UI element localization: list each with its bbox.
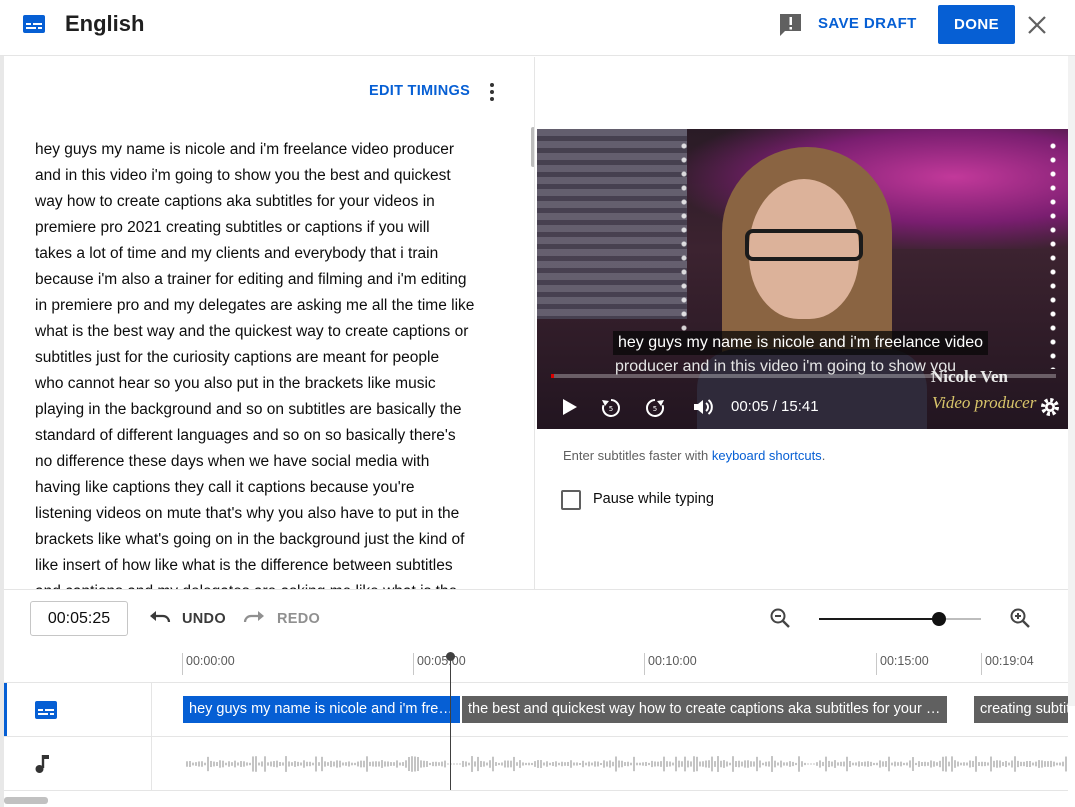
video-caption-line1: hey guys my name is nicole and i'm freel… xyxy=(613,331,989,355)
undo-button[interactable]: UNDO xyxy=(182,611,226,627)
ruler-tick: 00:05:00 xyxy=(413,653,466,675)
header: English SAVE DRAFT DONE xyxy=(0,0,1075,56)
video-progress-fill xyxy=(551,374,554,378)
save-draft-button[interactable]: SAVE DRAFT xyxy=(818,15,917,32)
timeline-scrollbar[interactable] xyxy=(4,797,48,804)
ruler-tick: 00:10:00 xyxy=(644,653,697,675)
playhead-handle[interactable] xyxy=(446,652,455,661)
timeline-toolbar: 00:05:25 UNDO REDO xyxy=(4,589,1068,645)
rewind-icon[interactable]: 5 xyxy=(599,395,623,419)
zoom-slider-thumb[interactable] xyxy=(931,612,946,626)
shortcut-hint: Enter subtitles faster with keyboard sho… xyxy=(563,448,825,463)
zoom-slider[interactable] xyxy=(819,612,981,626)
ruler-tick: 00:00:00 xyxy=(182,653,235,675)
close-icon[interactable] xyxy=(1026,14,1048,36)
subtitles-icon xyxy=(35,701,57,719)
volume-icon[interactable] xyxy=(691,395,715,419)
video-progress-bar[interactable] xyxy=(551,374,1056,378)
feedback-icon[interactable] xyxy=(778,12,803,38)
playhead[interactable] xyxy=(450,655,451,790)
subtitle-track-header xyxy=(4,683,152,736)
edit-timings-button[interactable]: EDIT TIMINGS xyxy=(369,83,470,99)
transcript-text[interactable]: hey guys my name is nicole and i'm freel… xyxy=(35,137,505,589)
hint-text: Enter subtitles faster with xyxy=(563,448,712,463)
zoom-out-icon[interactable] xyxy=(768,606,792,630)
svg-text:5: 5 xyxy=(653,405,657,413)
subtitles-icon xyxy=(23,15,45,33)
video-string-lights xyxy=(677,139,691,339)
caption-cue[interactable]: creating subtitles or captions xyxy=(974,696,1068,723)
video-string-lights xyxy=(1042,139,1064,369)
zoom-in-icon[interactable] xyxy=(1008,606,1032,630)
audio-track xyxy=(4,737,1068,791)
pause-while-typing-checkbox[interactable] xyxy=(561,490,581,510)
subtitle-editor: English SAVE DRAFT DONE EDIT TIMINGS hey… xyxy=(0,0,1075,807)
zoom-slider-fill xyxy=(819,618,939,620)
language-title: English xyxy=(65,11,145,36)
more-vert-icon[interactable] xyxy=(487,81,497,103)
keyboard-shortcuts-link[interactable]: keyboard shortcuts xyxy=(712,448,822,463)
current-time-field[interactable]: 00:05:25 xyxy=(30,601,128,636)
svg-text:5: 5 xyxy=(609,405,613,413)
editor-scrollbar[interactable] xyxy=(531,127,534,167)
hint-end: . xyxy=(821,448,826,463)
subtitle-track: hey guys my name is nicole and i'm freel… xyxy=(4,683,1068,737)
settings-icon[interactable] xyxy=(1038,395,1062,419)
redo-button[interactable]: REDO xyxy=(277,611,320,627)
caption-cue[interactable]: hey guys my name is nicole and i'm freel… xyxy=(183,696,460,723)
window-scrollbar[interactable] xyxy=(1068,56,1075,706)
music-note-icon xyxy=(35,755,49,773)
ruler-tick: 00:19:04 xyxy=(981,653,1034,675)
audio-waveform xyxy=(186,756,1067,772)
transcript-editor: EDIT TIMINGS hey guys my name is nicole … xyxy=(4,57,535,589)
timeline-ruler[interactable]: 00:00:00 00:05:00 00:10:00 00:15:00 00:1… xyxy=(4,645,1068,683)
video-controls: 5 5 00:05 / 15:41 xyxy=(537,387,1068,429)
undo-icon[interactable] xyxy=(148,608,172,628)
play-icon[interactable] xyxy=(557,395,581,419)
done-button[interactable]: DONE xyxy=(938,5,1015,44)
redo-icon[interactable] xyxy=(242,608,266,628)
pause-while-typing-label[interactable]: Pause while typing xyxy=(593,491,714,507)
video-background-blinds xyxy=(537,129,687,319)
forward-icon[interactable]: 5 xyxy=(643,395,667,419)
audio-track-header xyxy=(4,737,152,790)
caption-cue[interactable]: the best and quickest way how to create … xyxy=(462,696,947,723)
ruler-tick: 00:15:00 xyxy=(876,653,929,675)
video-person-glasses xyxy=(745,229,863,261)
video-player[interactable]: Nicole Ven Video producer hey guys my na… xyxy=(537,129,1068,429)
video-time: 00:05 / 15:41 xyxy=(731,398,819,415)
